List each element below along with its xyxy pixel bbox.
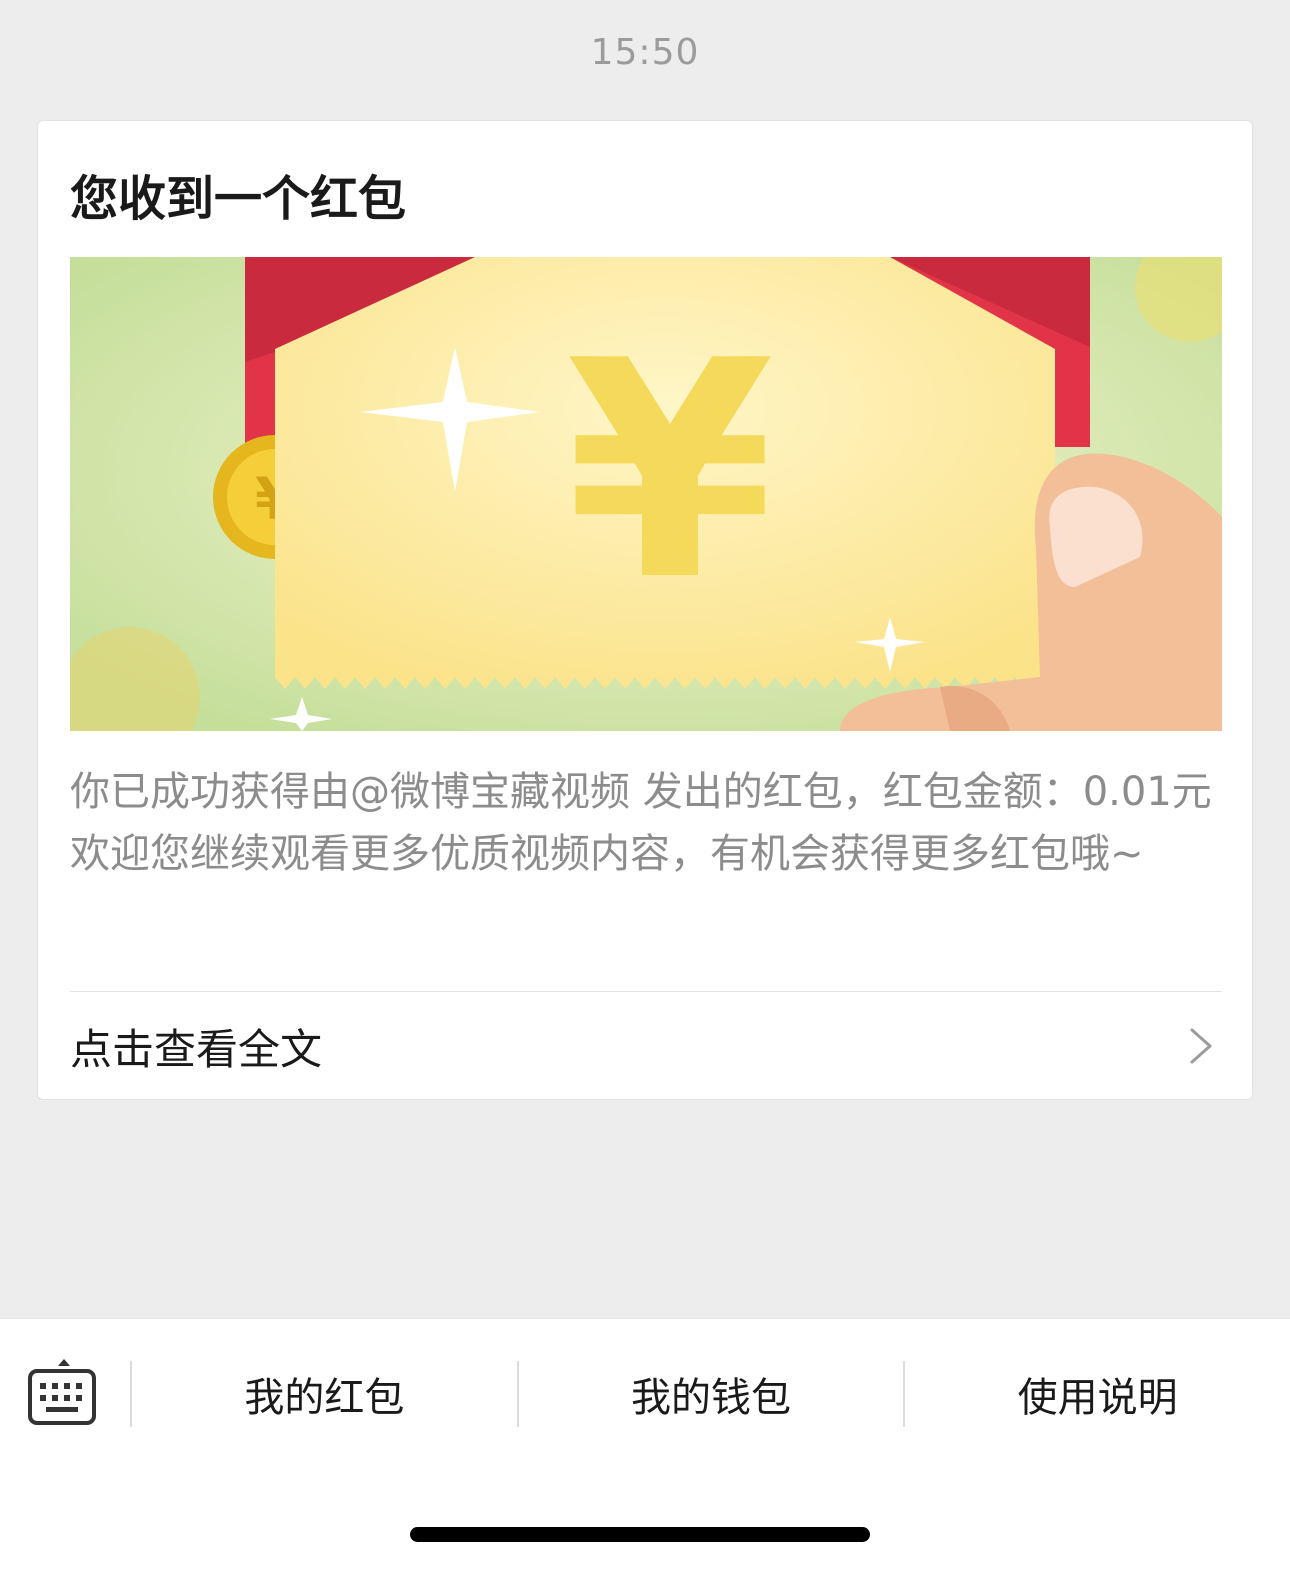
- yen-symbol: ¥: [566, 297, 775, 646]
- chevron-right-icon: [1190, 1028, 1212, 1064]
- card-body-text: 你已成功获得由@微博宝藏视频 发出的红包，红包金额：0.01元 欢迎您继续观看更…: [70, 769, 1212, 877]
- keyboard-icon[interactable]: [26, 1357, 102, 1433]
- read-full-text-label: 点击查看全文: [70, 1024, 323, 1074]
- menu-my-wallet[interactable]: 我的钱包: [516, 1361, 904, 1427]
- home-indicator[interactable]: [410, 1527, 870, 1542]
- menu-list: 我的红包 我的钱包 使用说明: [130, 1361, 1290, 1427]
- menu-my-red-envelopes[interactable]: 我的红包: [130, 1361, 517, 1427]
- menu-instructions[interactable]: 使用说明: [903, 1361, 1290, 1427]
- red-envelope-illustration: ¥ ¥: [70, 257, 1222, 731]
- bottom-menu-bar: 我的红包 我的钱包 使用说明: [0, 1318, 1290, 1581]
- divider: [70, 991, 1222, 992]
- read-full-text-link[interactable]: 点击查看全文: [70, 993, 1222, 1099]
- message-timestamp: 15:50: [590, 32, 700, 73]
- red-envelope-banner[interactable]: ¥ ¥: [70, 257, 1222, 731]
- card-title: 您收到一个红包: [70, 171, 407, 227]
- message-card[interactable]: 您收到一个红包 ¥ 你已成功获得由@微博宝藏视频 发出的红包，红包金额：0.01…: [37, 120, 1253, 1100]
